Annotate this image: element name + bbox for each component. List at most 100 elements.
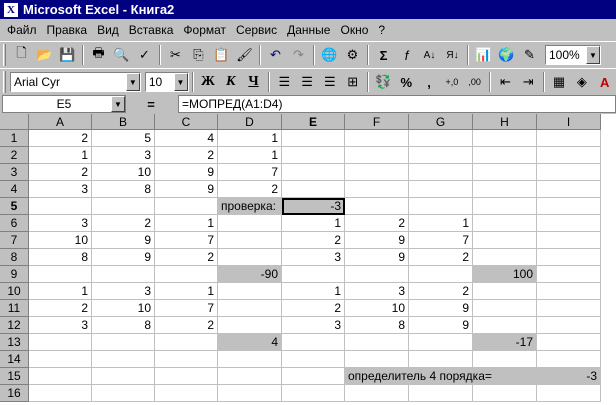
- cell[interactable]: 1: [29, 147, 92, 164]
- cell[interactable]: [537, 351, 601, 368]
- cell[interactable]: -17: [473, 334, 537, 351]
- cell[interactable]: [537, 334, 601, 351]
- menu-data[interactable]: Данные: [282, 23, 335, 37]
- hyperlink-icon[interactable]: 🌐: [318, 44, 341, 66]
- excel-app-icon[interactable]: X: [4, 2, 18, 17]
- drawing-icon[interactable]: ✎: [518, 44, 541, 66]
- cell[interactable]: [282, 164, 345, 181]
- row-header[interactable]: 12: [0, 317, 29, 334]
- cell[interactable]: 2: [155, 249, 218, 266]
- cell[interactable]: 2: [409, 283, 473, 300]
- chevron-down-icon[interactable]: ▼: [586, 46, 600, 64]
- autosum-icon[interactable]: Σ: [372, 44, 395, 66]
- menu-file[interactable]: Файл: [2, 23, 42, 37]
- row-header[interactable]: 6: [0, 215, 29, 232]
- zoom-select[interactable]: 100% ▼: [545, 45, 601, 65]
- cell[interactable]: [345, 334, 409, 351]
- new-icon[interactable]: 🗋: [10, 44, 33, 66]
- cell[interactable]: [409, 351, 473, 368]
- map-icon[interactable]: 🌍: [495, 44, 518, 66]
- print-icon[interactable]: 🖶: [87, 44, 110, 66]
- cell[interactable]: 9: [92, 232, 155, 249]
- cell[interactable]: 3: [29, 215, 92, 232]
- cell[interactable]: [345, 351, 409, 368]
- cell[interactable]: [345, 130, 409, 147]
- cell[interactable]: 9: [345, 232, 409, 249]
- cell[interactable]: [537, 181, 601, 198]
- cell[interactable]: [92, 351, 155, 368]
- cell[interactable]: [473, 215, 537, 232]
- cell[interactable]: 7: [155, 300, 218, 317]
- open-icon[interactable]: 📂: [33, 44, 56, 66]
- font-size-select[interactable]: 10 ▼: [144, 72, 189, 92]
- cell[interactable]: 8: [92, 181, 155, 198]
- function-icon[interactable]: f: [395, 44, 418, 66]
- cell[interactable]: [29, 266, 92, 283]
- chart-wizard-icon[interactable]: 📊: [472, 44, 495, 66]
- cell[interactable]: 1: [218, 130, 282, 147]
- cell[interactable]: [218, 232, 282, 249]
- cell[interactable]: [537, 164, 601, 181]
- cell[interactable]: [155, 334, 218, 351]
- cell[interactable]: [29, 198, 92, 215]
- cell[interactable]: [29, 385, 92, 402]
- cell[interactable]: 1: [218, 147, 282, 164]
- row-header[interactable]: 10: [0, 283, 29, 300]
- cell[interactable]: -90: [218, 266, 282, 283]
- cell[interactable]: [409, 181, 473, 198]
- cell[interactable]: 3: [92, 147, 155, 164]
- column-header[interactable]: A: [29, 114, 92, 130]
- cell[interactable]: [345, 198, 409, 215]
- column-header[interactable]: B: [92, 114, 155, 130]
- cell[interactable]: 3: [345, 283, 409, 300]
- cell[interactable]: 9: [409, 300, 473, 317]
- cell[interactable]: 1: [409, 215, 473, 232]
- cell[interactable]: [537, 317, 601, 334]
- menu-edit[interactable]: Правка: [42, 23, 93, 37]
- sort-desc-icon[interactable]: Я↓: [441, 44, 464, 66]
- align-left-icon[interactable]: ☰: [273, 71, 296, 93]
- cell[interactable]: 2: [92, 215, 155, 232]
- cell[interactable]: проверка:: [218, 198, 282, 215]
- redo-icon[interactable]: ↷: [287, 44, 310, 66]
- row-header[interactable]: 13: [0, 334, 29, 351]
- cell[interactable]: [409, 385, 473, 402]
- toolbar-grip[interactable]: [3, 71, 6, 93]
- cell[interactable]: [282, 266, 345, 283]
- cell[interactable]: 3: [92, 283, 155, 300]
- cell[interactable]: 9: [155, 164, 218, 181]
- cell[interactable]: [282, 351, 345, 368]
- cell[interactable]: [473, 351, 537, 368]
- cell[interactable]: 1: [155, 215, 218, 232]
- cell[interactable]: [537, 130, 601, 147]
- cell[interactable]: [155, 198, 218, 215]
- cell[interactable]: [155, 385, 218, 402]
- cell[interactable]: -3: [537, 368, 601, 385]
- italic-button[interactable]: К: [219, 71, 242, 93]
- column-header[interactable]: E: [282, 114, 345, 130]
- cell[interactable]: [92, 266, 155, 283]
- cell[interactable]: [473, 164, 537, 181]
- cell[interactable]: [218, 249, 282, 266]
- row-header[interactable]: 1: [0, 130, 29, 147]
- cell[interactable]: [155, 351, 218, 368]
- copy-icon[interactable]: ⎘: [187, 44, 210, 66]
- cell[interactable]: 2: [29, 130, 92, 147]
- menu-insert[interactable]: Вставка: [124, 23, 179, 37]
- cell[interactable]: [473, 147, 537, 164]
- cell[interactable]: [409, 130, 473, 147]
- cell[interactable]: [473, 130, 537, 147]
- increase-decimal-button[interactable]: +,0: [440, 71, 463, 93]
- cell[interactable]: 2: [409, 249, 473, 266]
- cell[interactable]: [218, 385, 282, 402]
- format-painter-icon[interactable]: 🖌: [233, 44, 256, 66]
- cell[interactable]: [537, 147, 601, 164]
- cell[interactable]: 2: [155, 317, 218, 334]
- cell[interactable]: 8: [345, 317, 409, 334]
- row-header[interactable]: 2: [0, 147, 29, 164]
- cell[interactable]: [345, 164, 409, 181]
- cell[interactable]: [155, 368, 218, 385]
- font-select[interactable]: Arial Cyr ▼: [9, 72, 141, 92]
- cell[interactable]: 3: [282, 317, 345, 334]
- comma-button[interactable]: ,: [418, 71, 441, 93]
